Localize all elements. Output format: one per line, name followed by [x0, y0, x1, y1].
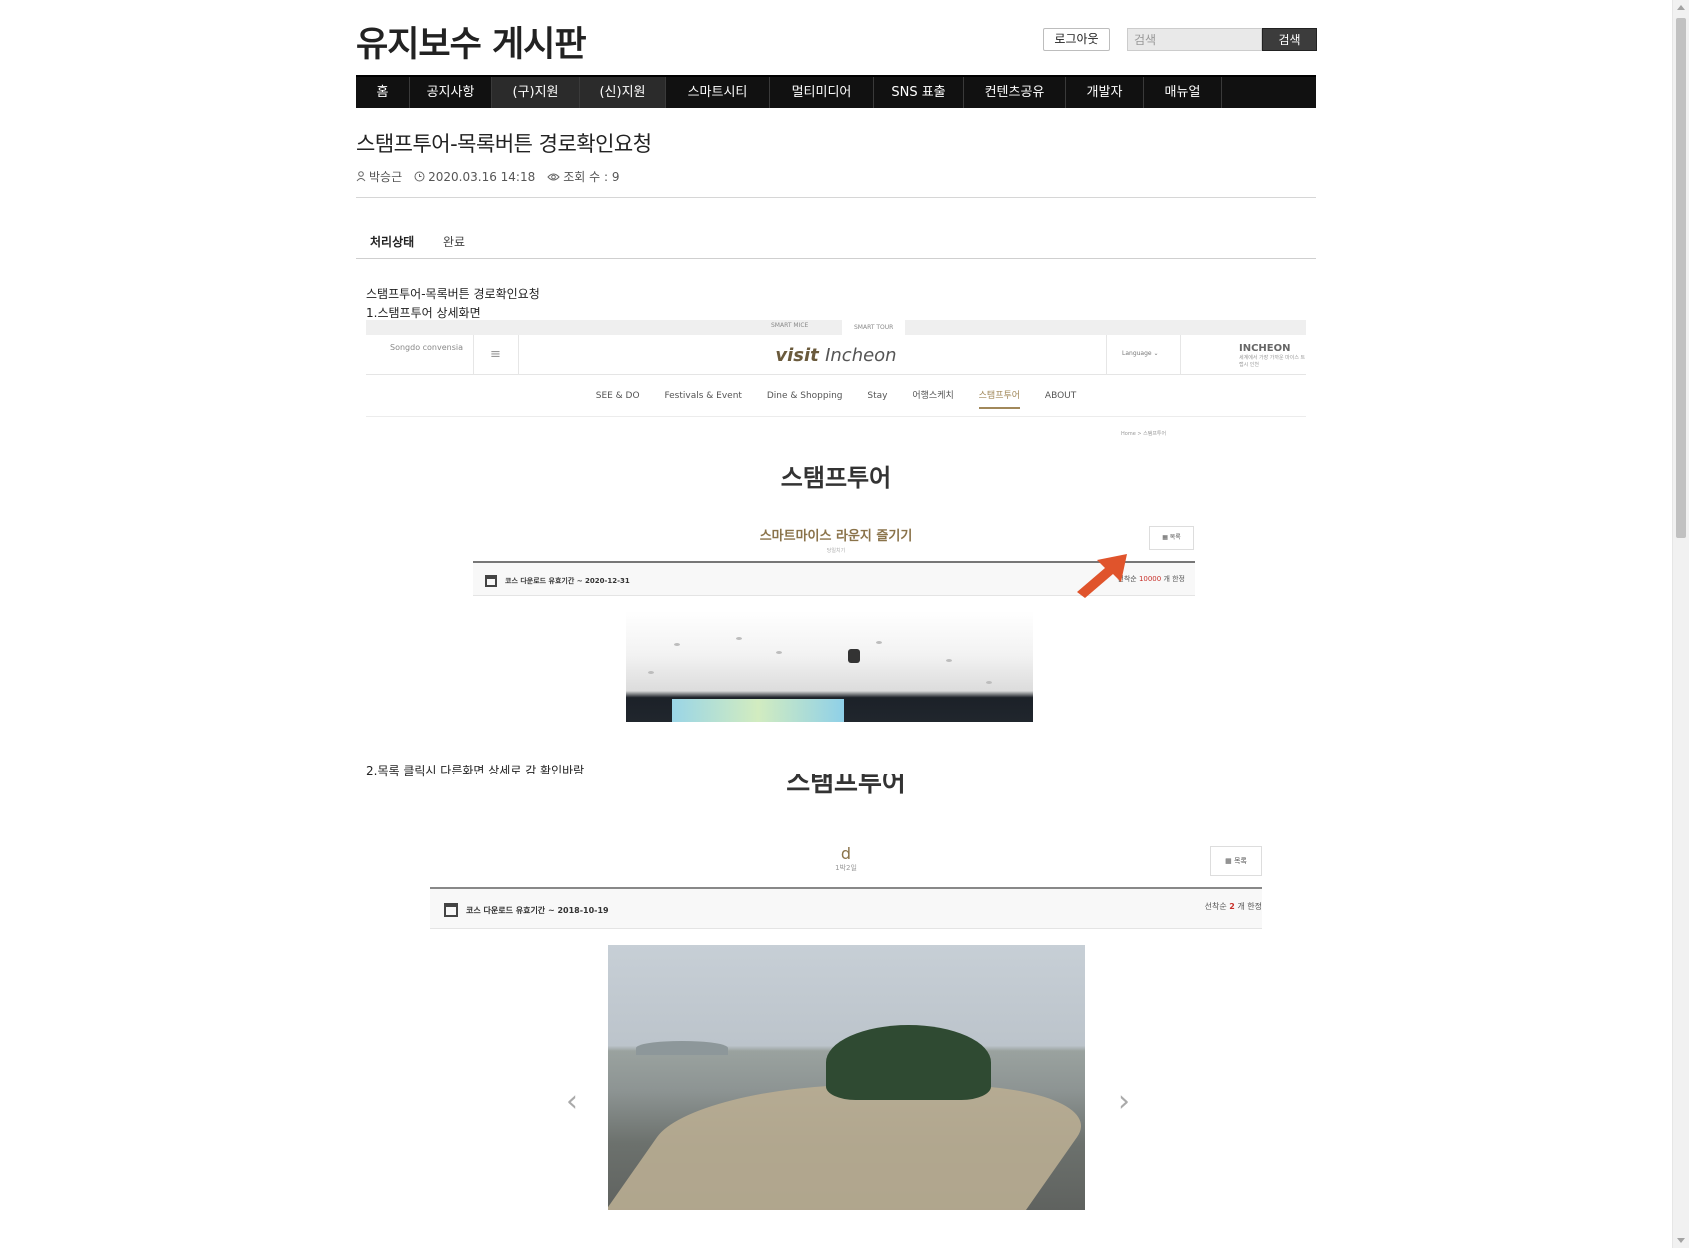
main-nav: 홈 공지사항 (구)지원 (신)지원 스마트시티 멀티미디어 SNS 표출 컨텐…	[356, 75, 1316, 108]
body-text-line: 1.스탬프투어 상세화면	[366, 306, 481, 320]
nav-item-content-share[interactable]: 컨텐츠공유	[964, 77, 1066, 108]
embedded-course-title: d 1박2일	[835, 844, 857, 872]
visit-incheon-logo: visit Incheon	[775, 345, 897, 366]
scroll-up-icon[interactable]	[1677, 5, 1685, 10]
prev-arrow-icon: ‹	[566, 1084, 578, 1119]
nav-item-multimedia[interactable]: 멀티미디어	[770, 77, 874, 108]
divider	[356, 197, 1316, 198]
embedded-menu-item: Stay	[867, 391, 888, 401]
logout-button[interactable]: 로그아웃	[1043, 28, 1110, 51]
clock-icon	[414, 171, 425, 182]
status-value: 완료	[443, 235, 466, 249]
embedded-screenshot-detail: SMART MICE SMART TOUR Songdo convensia ≡…	[366, 320, 1306, 722]
body-text-line: 스탬프투어-목록버튼 경로확인요청	[366, 287, 540, 301]
site-tabbar: SMART MICE SMART TOUR	[366, 320, 1306, 335]
user-icon	[356, 171, 366, 182]
embedded-screenshot-other: 스탬프투어 d 1박2일 ▦ 목록 코스 다운로드 유효기간 ~ 2018-10-…	[430, 774, 1262, 1210]
embedded-menu-item: Dine & Shopping	[766, 391, 843, 401]
scroll-down-icon[interactable]	[1677, 1238, 1685, 1243]
post-author[interactable]: 박승근	[369, 168, 402, 185]
embedded-menu-item: SEE & DO	[595, 391, 640, 401]
embedded-menu-item: Festivals & Event	[664, 391, 742, 401]
nav-item-new-support[interactable]: (신)지원	[580, 77, 666, 108]
embedded-header: Songdo convensia ≡ visit Incheon Languag…	[366, 335, 1306, 375]
nav-item-notice[interactable]: 공지사항	[410, 77, 492, 108]
eye-icon	[547, 173, 560, 180]
embedded-limit: 선착순 2 개 한정	[1204, 902, 1262, 911]
embedded-breadcrumb: Home > 스탬프투어	[1121, 431, 1167, 437]
next-arrow-icon: ›	[1118, 1084, 1130, 1119]
status-row: 처리상태 완료	[356, 233, 1316, 259]
embedded-heading-cropped: 스탬프투어	[786, 774, 906, 798]
embedded-menu-item: ABOUT	[1044, 391, 1077, 401]
search-button[interactable]: 검색	[1262, 28, 1317, 51]
post-meta: 박승근 2020.03.16 14:18 조회 수 : 9	[356, 168, 619, 185]
site-title[interactable]: 유지보수 게시판	[356, 16, 587, 67]
embedded-menu: SEE & DO Festivals & Event Dine & Shoppi…	[366, 388, 1306, 409]
embedded-course-info: 코스 다운로드 유효기간 ~ 2018-10-19 선착순 2 개 한정	[430, 889, 1262, 929]
calendar-icon	[444, 903, 458, 917]
language-selector: Language ⌄	[1122, 350, 1159, 357]
nav-item-old-support[interactable]: (구)지원	[492, 77, 580, 108]
nav-item-sns[interactable]: SNS 표출	[874, 77, 964, 108]
embedded-list-button: ▦ 목록	[1149, 526, 1194, 550]
scrollbar-thumb[interactable]	[1676, 18, 1686, 538]
embedded-period: 코스 다운로드 유효기간 ~ 2020-12-31	[505, 577, 630, 585]
embedded-menu-item: 어행스케치	[912, 391, 954, 401]
embedded-list-button: ▦ 목록	[1210, 846, 1262, 876]
post-title: 스탬프투어-목록버튼 경로확인요청	[356, 132, 652, 156]
embedded-heading: 스탬프투어	[780, 464, 892, 492]
embedded-menu-item-active: 스탬프투어	[978, 388, 1021, 409]
nav-item-home[interactable]: 홈	[356, 77, 410, 108]
post-views: 조회 수 : 9	[563, 170, 620, 184]
incheon-logo: INCHEON 세계에서 가장 가까운 마이스 트랩시 인천	[1239, 343, 1306, 368]
search-input[interactable]	[1127, 28, 1262, 51]
calendar-icon	[485, 575, 497, 587]
red-arrow-icon	[1077, 554, 1127, 598]
status-label: 처리상태	[370, 235, 415, 249]
conference-hall-photo	[626, 611, 1033, 722]
embedded-period: 코스 다운로드 유효기간 ~ 2018-10-19	[466, 906, 609, 915]
nav-item-smartcity[interactable]: 스마트시티	[666, 77, 770, 108]
nav-item-developer[interactable]: 개발자	[1066, 77, 1144, 108]
vertical-scrollbar[interactable]	[1672, 0, 1689, 1248]
tab-smart-mice: SMART MICE	[771, 322, 809, 329]
island-tidal-flat-photo	[608, 945, 1085, 1210]
tab-smart-tour: SMART TOUR	[842, 320, 906, 335]
nav-item-manual[interactable]: 매뉴얼	[1144, 77, 1222, 108]
post-datetime: 2020.03.16 14:18	[428, 169, 536, 184]
